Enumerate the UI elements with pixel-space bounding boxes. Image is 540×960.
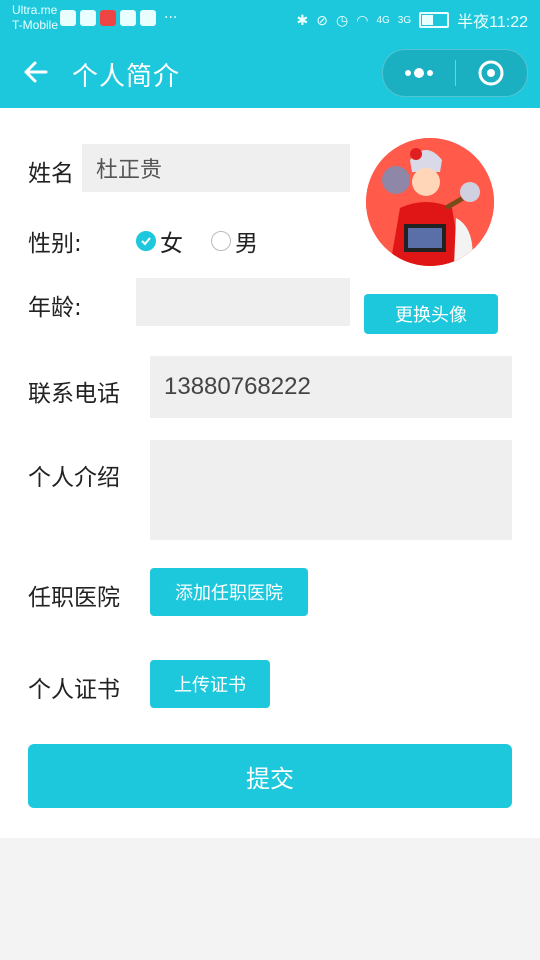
- wifi-icon: ◠: [356, 11, 369, 28]
- certificate-label: 个人证书: [28, 677, 120, 703]
- upload-certificate-button[interactable]: 上传证书: [150, 660, 270, 708]
- notification-icons: ···: [60, 10, 177, 26]
- news-icon: [100, 10, 116, 26]
- profile-form: 姓名 杜正贵 性别: 女 男 年龄: 更换头像 联系电话 13880768222…: [0, 108, 540, 838]
- more-button[interactable]: [383, 50, 455, 96]
- alarm-icon: ◷: [336, 11, 349, 28]
- age-input[interactable]: [136, 278, 350, 326]
- carrier-line-1: Ultra.me: [12, 3, 58, 17]
- submit-button[interactable]: 提交: [28, 744, 512, 808]
- back-arrow-icon: [24, 61, 48, 83]
- more-dots-icon: [404, 68, 433, 78]
- intro-label: 个人介绍: [28, 465, 120, 491]
- gender-radio-group: 女 男: [136, 224, 258, 258]
- name-label: 姓名: [28, 161, 74, 187]
- wechat-icon: [60, 10, 76, 26]
- radio-unchecked-icon: [211, 231, 231, 251]
- radio-checked-icon: [136, 231, 156, 251]
- close-miniprogram-button[interactable]: [456, 50, 528, 96]
- app-icon: [80, 10, 96, 26]
- close-circle-icon: [478, 60, 504, 86]
- name-input[interactable]: 杜正贵: [82, 144, 350, 192]
- page-title: 个人简介: [72, 62, 181, 92]
- status-icons: ✱ ⊘ ◷ ◠ 4G 3G 半夜11:22: [297, 8, 528, 32]
- age-label: 年龄:: [28, 295, 82, 321]
- chat-icon: [120, 10, 136, 26]
- bluetooth-icon: ✱: [296, 11, 309, 28]
- carrier-line-2: T-Mobile: [12, 18, 59, 32]
- hospital-label: 任职医院: [28, 585, 120, 611]
- gender-label: 性别:: [28, 231, 82, 257]
- location-icon: [140, 10, 156, 26]
- gender-male-label: 男: [235, 231, 258, 257]
- navigation-bar: 个人简介: [0, 36, 540, 108]
- gender-female-label: 女: [160, 231, 183, 257]
- signal-4g-icon: 4G: [376, 14, 390, 26]
- change-avatar-button[interactable]: 更换头像: [364, 294, 498, 334]
- signal-3g-icon: 3G: [397, 14, 412, 26]
- status-bar: Ultra.me T-Mobile ··· ✱ ⊘ ◷ ◠ 4G 3G 半夜11…: [0, 0, 540, 36]
- phone-input[interactable]: 13880768222: [150, 356, 512, 418]
- battery-icon: [419, 12, 450, 28]
- avatar-image: [366, 138, 494, 266]
- gender-male-radio[interactable]: 男: [211, 224, 258, 258]
- more-notifications-icon: ···: [164, 10, 178, 26]
- add-hospital-button[interactable]: 添加任职医院: [150, 568, 308, 616]
- avatar[interactable]: [366, 138, 494, 266]
- mute-icon: ⊘: [316, 11, 329, 28]
- miniprogram-capsule: [382, 49, 528, 97]
- phone-label: 联系电话: [28, 381, 120, 407]
- back-button[interactable]: [18, 54, 54, 90]
- gender-female-radio[interactable]: 女: [136, 224, 183, 258]
- carrier-info: Ultra.me T-Mobile: [12, 3, 58, 33]
- clock-time: 半夜11:22: [457, 14, 528, 31]
- intro-textarea[interactable]: [150, 440, 512, 540]
